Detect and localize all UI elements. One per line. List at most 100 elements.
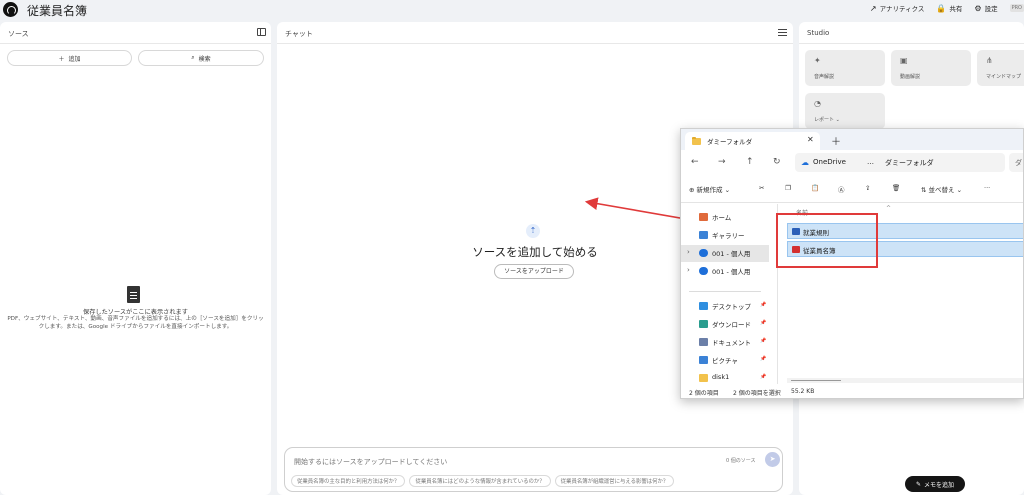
explorer-titlebar: ダミーフォルダ ✕ ＋ xyxy=(681,129,1023,150)
report-icon: ◔ xyxy=(814,99,821,108)
chevron-right-icon[interactable]: › xyxy=(687,248,690,256)
pin-icon[interactable]: 📌 xyxy=(760,374,766,380)
navigation-pane: ホーム ギャラリー › 001 - 個人用 › 001 - 個人用 デスクトップ… xyxy=(681,204,769,384)
search-icon: ⌕ xyxy=(191,54,195,61)
explorer-tab[interactable]: ダミーフォルダ ✕ xyxy=(685,132,820,150)
rename-icon[interactable]: Ⓐ xyxy=(838,184,845,194)
chat-input[interactable] xyxy=(294,458,674,466)
suggestion-chip[interactable]: 従業員名簿が組織運営に与える影響は何か？ xyxy=(554,475,675,487)
gear-icon: ⚙ xyxy=(974,3,982,13)
report-card[interactable]: ◔ レポート ⌄ xyxy=(805,93,885,129)
search-source-button[interactable]: ⌕ 検索 xyxy=(138,50,264,66)
breadcrumb-more[interactable]: … xyxy=(867,158,874,166)
pin-icon[interactable]: 📌 xyxy=(760,302,766,308)
back-arrow-icon[interactable]: ← xyxy=(691,157,699,167)
suggestion-chip[interactable]: 従業員名簿の主な目的と利用方法は何か？ xyxy=(291,475,406,487)
notebook-title[interactable]: 従業員名簿 xyxy=(27,2,87,19)
plan-badge: PRO xyxy=(1009,4,1024,12)
chevron-right-icon[interactable]: › xyxy=(687,266,690,274)
home-icon xyxy=(699,213,708,221)
copy-icon[interactable]: ❐ xyxy=(785,184,791,192)
sort-icon: ⇅ xyxy=(921,186,927,194)
plus-icon: ＋ xyxy=(58,55,65,63)
sort-button[interactable]: ⇅ 並べ替え ⌄ xyxy=(921,184,962,194)
delete-icon[interactable]: 🗑 xyxy=(892,184,900,192)
annotation-highlight-box xyxy=(776,213,878,268)
refresh-icon[interactable]: ↻ xyxy=(773,157,781,167)
mindmap-card[interactable]: ⋔ マインドマップ xyxy=(977,50,1024,86)
nav-item-downloads[interactable]: ダウンロード 📌 xyxy=(681,316,769,333)
app-logo[interactable] xyxy=(3,2,18,17)
document-icon xyxy=(127,286,140,303)
new-tab-icon[interactable]: ＋ xyxy=(831,133,841,148)
pin-icon[interactable]: 📌 xyxy=(760,338,766,344)
sources-title: ソース xyxy=(8,30,29,38)
collapse-panel-icon[interactable] xyxy=(257,28,266,36)
cloud-icon: ☁ xyxy=(801,158,809,167)
chevron-down-icon: ⌄ xyxy=(724,186,731,194)
new-button[interactable]: ⊕ 新規作成 ⌄ xyxy=(689,184,730,194)
add-note-button[interactable]: ✎ メモを追加 xyxy=(905,476,965,492)
sparkle-icon: ✦ xyxy=(814,56,821,65)
selection-count: 2 個の項目を選択 xyxy=(733,390,781,397)
address-bar[interactable]: ☁ OneDrive … ダミーフォルダ xyxy=(795,153,1005,172)
desktop-icon xyxy=(699,302,708,310)
send-button[interactable]: ➤ xyxy=(765,452,780,467)
empty-sources-description: PDF、ウェブサイト、テキスト、動画、音声ファイルを追加するには、上の［ソースを… xyxy=(7,316,264,330)
download-icon xyxy=(699,320,708,328)
pictures-icon xyxy=(699,356,708,364)
cloud-icon xyxy=(699,249,708,257)
sort-up-icon: ^ xyxy=(886,205,892,212)
horizontal-scrollbar[interactable] xyxy=(787,378,1023,383)
top-actions: ↗ アナリティクス 🔒 共有 ⚙ 設定 PRO xyxy=(870,3,1024,13)
close-icon[interactable]: ✕ xyxy=(807,135,814,144)
nav-item-documents[interactable]: ドキュメント 📌 xyxy=(681,334,769,351)
chevron-down-icon: ⌄ xyxy=(835,117,840,123)
status-bar: 2 個の項目 2 個の項目を選択 55.2 KB xyxy=(681,385,1023,398)
cut-icon[interactable]: ✂ xyxy=(759,184,764,192)
suggestion-chip[interactable]: 従業員名簿にはどのような情報が含まれているのか？ xyxy=(409,475,551,487)
more-options-icon[interactable]: ··· xyxy=(984,184,990,192)
chevron-down-icon: ⌄ xyxy=(956,186,963,194)
forward-arrow-icon[interactable]: → xyxy=(718,157,726,167)
suggestion-chips: 従業員名簿の主な目的と利用方法は何か？ 従業員名簿にはどのような情報が含まれてい… xyxy=(291,475,675,487)
add-source-button[interactable]: ＋ 追加 xyxy=(7,50,132,66)
upload-icon: ⇡ xyxy=(526,224,540,238)
chat-input-box: 0 個のソース ➤ 従業員名簿の主な目的と利用方法は何か？ 従業員名簿にはどのよ… xyxy=(284,447,783,492)
nav-item-desktop[interactable]: デスクトップ 📌 xyxy=(681,298,769,315)
breadcrumb-item[interactable]: OneDrive xyxy=(813,158,846,166)
pin-icon[interactable]: 📌 xyxy=(760,320,766,326)
nav-item-home[interactable]: ホーム xyxy=(681,209,769,226)
analytics-button[interactable]: ↗ アナリティクス xyxy=(869,3,925,14)
divider xyxy=(277,43,793,44)
explorer-search-input[interactable]: ダ xyxy=(1009,153,1023,172)
folder-icon xyxy=(692,137,701,145)
source-count: 0 個のソース xyxy=(726,458,756,464)
audio-overview-card[interactable]: ✦ 音声解説 xyxy=(805,50,885,86)
divider xyxy=(799,43,1024,44)
up-arrow-icon[interactable]: ↑ xyxy=(746,157,754,167)
breadcrumb-item[interactable]: ダミーフォルダ xyxy=(885,158,934,168)
nav-item-gallery[interactable]: ギャラリー xyxy=(681,227,769,244)
lock-icon: 🔒 xyxy=(936,3,947,13)
video-overview-card[interactable]: ▣ 動画解説 xyxy=(891,50,971,86)
share-button[interactable]: 🔒 共有 xyxy=(936,3,962,14)
pencil-icon: ✎ xyxy=(915,480,921,488)
nav-item-onedrive-personal-2[interactable]: › 001 - 個人用 xyxy=(681,263,769,280)
share-icon[interactable]: ⇪ xyxy=(865,184,870,192)
settings-button[interactable]: ⚙ 設定 xyxy=(974,3,997,14)
top-bar: 従業員名簿 ↗ アナリティクス 🔒 共有 ⚙ 設定 PRO xyxy=(0,0,1024,20)
chat-title: チャット xyxy=(285,30,313,38)
gallery-icon xyxy=(699,231,708,239)
explorer-navbar: ← → ↑ ↻ ☁ OneDrive … ダミーフォルダ ダ xyxy=(681,150,1023,176)
nav-item-pictures[interactable]: ピクチャ 📌 xyxy=(681,352,769,369)
pin-icon[interactable]: 📌 xyxy=(760,356,766,362)
selection-size: 55.2 KB xyxy=(791,388,815,395)
divider xyxy=(0,43,271,44)
documents-icon xyxy=(699,338,708,346)
analytics-icon: ↗ xyxy=(869,3,877,13)
paste-icon[interactable]: 📋 xyxy=(811,184,819,192)
tune-icon[interactable] xyxy=(778,28,787,37)
upload-source-button[interactable]: ソースをアップロード xyxy=(494,264,574,279)
nav-item-onedrive-personal[interactable]: › 001 - 個人用 xyxy=(681,245,769,262)
